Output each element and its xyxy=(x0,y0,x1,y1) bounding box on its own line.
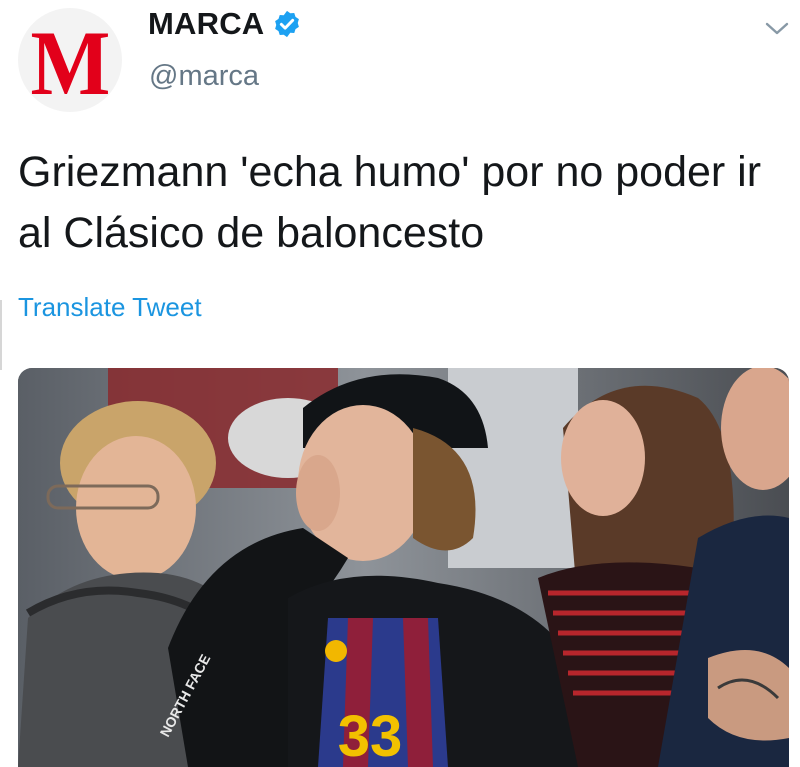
woman-right-face xyxy=(561,400,645,516)
verified-badge-icon xyxy=(275,10,300,38)
jersey-number: 33 xyxy=(338,704,403,767)
avatar[interactable]: M xyxy=(18,8,122,112)
marca-logo: M xyxy=(30,12,110,112)
display-name[interactable]: MARCA xyxy=(148,6,264,42)
photo-illustration: 33 NORTH FACE xyxy=(18,368,789,767)
translate-tweet-link[interactable]: Translate Tweet xyxy=(18,292,202,323)
tweet-text: Griezmann 'echa humo' por no poder ir al… xyxy=(18,148,762,257)
tweet-photo[interactable]: 33 NORTH FACE xyxy=(18,368,789,767)
divider xyxy=(0,300,2,370)
chevron-down-icon[interactable] xyxy=(764,20,790,38)
author-handle[interactable]: @marca xyxy=(149,60,259,93)
author-name-row: MARCA xyxy=(148,6,302,42)
